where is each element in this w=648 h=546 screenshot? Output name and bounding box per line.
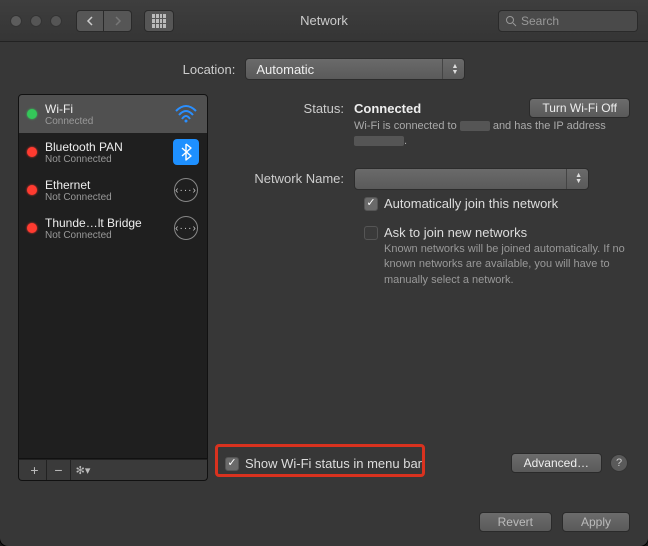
main-area: Wi-Fi Connected Bluetooth PAN Not Connec…	[0, 94, 648, 481]
auto-join-row: Automatically join this network	[364, 196, 630, 211]
redacted-ip	[354, 136, 404, 146]
location-row: Location: Automatic ▲▼	[0, 42, 648, 94]
network-name-select[interactable]: ▲▼	[354, 168, 589, 190]
sidebar-item-text: Wi-Fi Connected	[45, 102, 165, 127]
revert-button[interactable]: Revert	[479, 512, 552, 532]
sidebar-item-name: Ethernet	[45, 178, 165, 192]
sidebar-item-name: Wi-Fi	[45, 102, 165, 116]
minimize-button[interactable]	[30, 15, 42, 27]
add-interface-button[interactable]: +	[23, 460, 47, 480]
apply-button[interactable]: Apply	[562, 512, 630, 532]
status-value: Connected	[354, 98, 421, 116]
status-dot-green	[27, 109, 37, 119]
footer: Revert Apply	[479, 512, 630, 532]
sidebar-wrap: Wi-Fi Connected Bluetooth PAN Not Connec…	[18, 94, 208, 481]
status-row: Status: Connected Turn Wi-Fi Off Wi-Fi i…	[234, 98, 630, 150]
close-button[interactable]	[10, 15, 22, 27]
sidebar-item-status: Not Connected	[45, 154, 165, 165]
location-select[interactable]: Automatic ▲▼	[245, 58, 465, 80]
auto-join-checkbox[interactable]	[364, 197, 378, 211]
forward-button[interactable]	[104, 10, 132, 32]
advanced-group: Advanced… ?	[511, 453, 628, 473]
sidebar-action-menu[interactable]: ✻▾	[71, 460, 95, 480]
network-name-value-wrap: ▲▼	[354, 168, 630, 190]
sidebar-item-status: Connected	[45, 116, 165, 127]
status-dot-red	[27, 147, 37, 157]
chevron-right-icon	[114, 16, 122, 26]
status-value-wrap: Connected Turn Wi-Fi Off Wi-Fi is connec…	[354, 98, 630, 150]
select-arrows-icon: ▲▼	[442, 59, 458, 79]
search-field[interactable]: Search	[498, 10, 638, 32]
grid-icon	[152, 14, 166, 28]
titlebar: Network Search	[0, 0, 648, 42]
bottom-row: Show Wi-Fi status in menu bar Advanced… …	[225, 453, 628, 473]
redacted-ssid	[460, 121, 490, 131]
search-placeholder: Search	[521, 14, 559, 28]
turn-wifi-off-button[interactable]: Turn Wi-Fi Off	[529, 98, 630, 118]
ask-join-label: Ask to join new networks	[384, 225, 527, 240]
network-preferences-window: Network Search Location: Automatic ▲▼ Wi…	[0, 0, 648, 546]
help-button[interactable]: ?	[610, 454, 628, 472]
search-icon	[505, 15, 517, 27]
sidebar-toolbar: + − ✻▾	[18, 459, 208, 481]
location-value: Automatic	[256, 62, 314, 77]
status-dot-red	[27, 223, 37, 233]
auto-join-label: Automatically join this network	[384, 196, 558, 211]
sidebar-item-text: Ethernet Not Connected	[45, 178, 165, 203]
detail-pane: Status: Connected Turn Wi-Fi Off Wi-Fi i…	[224, 94, 630, 481]
ask-join-desc-row: Known networks will be joined automatica…	[384, 242, 630, 288]
interface-sidebar[interactable]: Wi-Fi Connected Bluetooth PAN Not Connec…	[18, 94, 208, 459]
sidebar-item-thunderbolt-bridge[interactable]: Thunde…lt Bridge Not Connected ‹···›	[19, 209, 207, 247]
sidebar-item-text: Thunde…lt Bridge Not Connected	[45, 216, 165, 241]
wifi-icon	[173, 101, 199, 127]
location-label: Location:	[183, 62, 236, 77]
nav-buttons	[76, 10, 132, 32]
bluetooth-icon	[173, 139, 199, 165]
network-name-row: Network Name: ▲▼	[234, 168, 630, 190]
sidebar-item-wifi[interactable]: Wi-Fi Connected	[19, 95, 207, 133]
back-button[interactable]	[76, 10, 104, 32]
zoom-button[interactable]	[50, 15, 62, 27]
status-label: Status:	[234, 98, 354, 150]
thunderbolt-bridge-icon: ‹···›	[173, 215, 199, 241]
network-name-label: Network Name:	[234, 168, 354, 190]
sidebar-item-status: Not Connected	[45, 192, 165, 203]
show-all-button[interactable]	[144, 10, 174, 32]
ask-join-description: Known networks will be joined automatica…	[384, 242, 630, 288]
status-dot-red	[27, 185, 37, 195]
sidebar-item-text: Bluetooth PAN Not Connected	[45, 140, 165, 165]
traffic-lights	[10, 15, 62, 27]
select-arrows-icon: ▲▼	[566, 169, 582, 189]
sidebar-item-ethernet[interactable]: Ethernet Not Connected ‹···›	[19, 171, 207, 209]
sidebar-item-bluetooth-pan[interactable]: Bluetooth PAN Not Connected	[19, 133, 207, 171]
advanced-button[interactable]: Advanced…	[511, 453, 602, 473]
show-wifi-status-label: Show Wi-Fi status in menu bar	[245, 456, 422, 471]
remove-interface-button[interactable]: −	[47, 460, 71, 480]
chevron-left-icon	[86, 16, 94, 26]
show-wifi-status-checkbox[interactable]	[225, 457, 239, 471]
sidebar-item-name: Bluetooth PAN	[45, 140, 165, 154]
ask-join-checkbox[interactable]	[364, 226, 378, 240]
ethernet-icon: ‹···›	[173, 177, 199, 203]
ask-join-row: Ask to join new networks	[364, 225, 630, 240]
sidebar-item-name: Thunde…lt Bridge	[45, 216, 165, 230]
sidebar-item-status: Not Connected	[45, 230, 165, 241]
status-description: Wi-Fi is connected to and has the IP add…	[354, 119, 614, 150]
